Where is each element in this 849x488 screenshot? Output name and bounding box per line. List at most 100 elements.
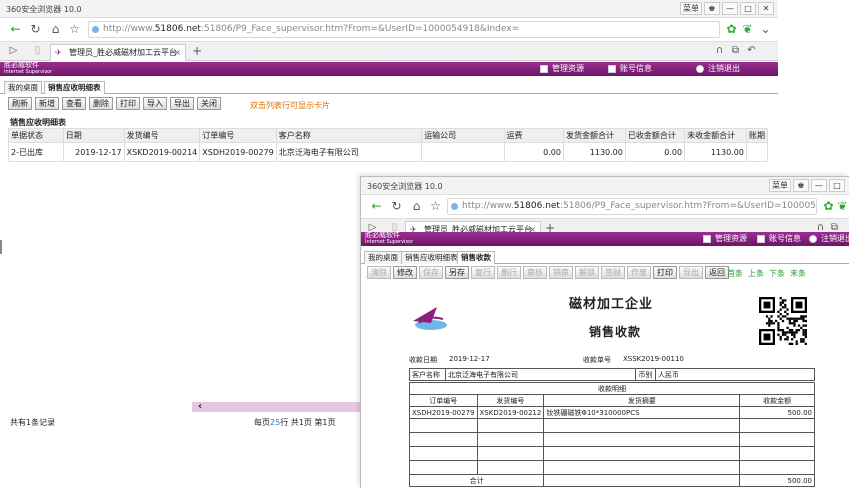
tab-desktop[interactable]: 我的桌面 (364, 251, 402, 264)
close-tab-icon[interactable]: × (174, 45, 181, 60)
logout-icon (809, 235, 817, 243)
print-button[interactable]: 打印 (116, 97, 140, 110)
maximize-button[interactable]: □ (829, 179, 845, 192)
browser-title: 360安全浏览器 10.0 (367, 182, 443, 191)
toolbar-button-0: 清除 (367, 266, 391, 279)
delete-button[interactable]: 删除 (89, 97, 113, 110)
skin-icon[interactable]: ♚ (793, 179, 809, 192)
column-header[interactable]: 已收金额合计 (624, 128, 686, 143)
url-field[interactable]: http://www.51806.net:51806/P9_Face_super… (88, 21, 720, 38)
record-count: 共有1条记录 (10, 418, 56, 427)
section-title: 销售应收明细表 (10, 118, 66, 127)
customer-value: 北京泛海电子有限公司 (445, 368, 636, 381)
headset-icon[interactable]: ∩ (712, 43, 727, 58)
refresh-icon[interactable]: ↻ (389, 199, 404, 214)
receivable-table: 单据状态 日期 发货编号 订单编号 客户名称 运输公司 运费 发货金额合计 已收… (8, 128, 769, 162)
column-header[interactable]: 发货金额合计 (562, 128, 626, 143)
app-brand: 胜必威软件 Internet Supervisor (365, 232, 413, 246)
column-header[interactable]: 订单编号 (199, 128, 277, 143)
logout-label: 注销退出 (708, 64, 740, 73)
close-window-button[interactable]: ✕ (758, 2, 774, 15)
back-icon[interactable]: ← (369, 199, 384, 214)
url-prefix: http://www. (103, 24, 155, 34)
receipt-date-value: 2019-12-17 (449, 355, 490, 363)
star-icon[interactable]: ☆ (67, 22, 82, 37)
skin-icon[interactable]: ♚ (704, 2, 720, 15)
scroll-left-icon[interactable]: ‹ (198, 401, 202, 412)
address-bar-row: ← ↻ ⌂ ☆ http://www.51806.net:51806/P9_Fa… (0, 18, 778, 42)
column-header[interactable]: 账期 (745, 128, 769, 143)
view-button[interactable]: 查看 (62, 97, 86, 110)
browser-tab[interactable]: ✈ 管理员_胜必威磁材加工云平台 × (50, 44, 186, 61)
tab-sales-receivable[interactable]: 销售应收明细表 (401, 251, 462, 264)
add-button[interactable]: 新增 (35, 97, 59, 110)
column-header[interactable]: 日期 (62, 128, 125, 143)
splitter-handle[interactable] (0, 240, 3, 254)
currency-label: 币别 (635, 368, 656, 381)
star-icon[interactable]: ☆ (428, 199, 443, 214)
chevron-down-icon[interactable]: ⌄ (758, 22, 773, 37)
column-header[interactable]: 单据状态 (8, 128, 64, 143)
last-record-link[interactable]: 末条 (790, 268, 806, 279)
toolbar-hint: 双击列表行可显示卡片 (250, 101, 330, 110)
manage-resources-link[interactable]: 管理资源 (540, 64, 584, 74)
account-info-link[interactable]: 账号信息 (608, 64, 652, 74)
logout-link[interactable]: 注销退出 (696, 64, 740, 74)
home-icon[interactable]: ⌂ (48, 22, 63, 37)
export-button[interactable]: 导出 (170, 97, 194, 110)
url-host: 51806.net (154, 24, 201, 34)
toolbar-button-1[interactable]: 修改 (393, 266, 417, 279)
tab-sales-receivable[interactable]: 销售应收明细表 (44, 81, 105, 94)
url-field[interactable]: http://www.51806.net:51806/P9_Face_super… (447, 198, 817, 215)
minimize-button[interactable]: — (722, 2, 738, 15)
sidebar-toggle-icon[interactable]: ▷ (6, 43, 21, 58)
window-icon[interactable]: ⧉ (728, 43, 743, 58)
page-icon[interactable]: ▯ (30, 43, 45, 58)
speed-icon[interactable]: ✿ (821, 199, 836, 214)
tab-sales-receipt[interactable]: 销售收款 (457, 251, 495, 264)
undo-icon[interactable]: ↶ (744, 43, 759, 58)
logout-link[interactable]: 注销退出 (809, 234, 849, 244)
total-label: 合计 (408, 474, 545, 487)
speed-icon[interactable]: ✿ (724, 22, 739, 37)
column-header[interactable]: 未收金额合计 (684, 128, 747, 143)
table-row[interactable]: 2-已出库 2019-12-17 XSKD2019-00214 XSDH2019… (8, 142, 769, 162)
new-tab-button[interactable]: + (192, 44, 202, 58)
maximize-button[interactable]: □ (740, 2, 756, 15)
refresh-button[interactable]: 刷新 (8, 97, 32, 110)
detail-header-row: 订单编号 发货编号 发货摘要 收款金额 (409, 394, 815, 407)
cell-term (745, 142, 769, 162)
tab-desktop[interactable]: 我的桌面 (4, 81, 42, 94)
column-header[interactable]: 发货编号 (123, 128, 201, 143)
manage-resources-link[interactable]: 管理资源 (703, 234, 747, 244)
toolbar-button-3[interactable]: 另存 (445, 266, 469, 279)
first-record-link[interactable]: 首条 (727, 268, 743, 279)
refresh-icon[interactable]: ↻ (28, 22, 43, 37)
column-header[interactable]: 客户名称 (275, 128, 423, 143)
account-icon (608, 65, 616, 73)
back-icon[interactable]: ← (8, 22, 23, 37)
toolbar-button-11[interactable]: 打印 (653, 266, 677, 279)
home-icon[interactable]: ⌂ (409, 199, 424, 214)
total-value: 500.00 (739, 474, 815, 487)
detail-delivery-no: XSKD2019-00212 (476, 406, 545, 419)
receipt-no-label: 收款单号 (583, 356, 611, 364)
close-button[interactable]: 关闭 (197, 97, 221, 110)
import-button[interactable]: 导入 (143, 97, 167, 110)
horizontal-scrollbar[interactable]: ‹ (192, 401, 360, 412)
prev-record-link[interactable]: 上条 (748, 268, 764, 279)
account-info-link[interactable]: 账号信息 (757, 234, 801, 244)
column-header[interactable]: 运输公司 (421, 128, 505, 143)
next-record-link[interactable]: 下条 (769, 268, 785, 279)
toolbar-button-13[interactable]: 返回 (705, 266, 729, 279)
menu-button[interactable]: 菜单 (680, 2, 702, 15)
minimize-button[interactable]: — (811, 179, 827, 192)
menu-button[interactable]: 菜单 (769, 179, 791, 192)
leaf-icon[interactable]: ❦ (835, 199, 849, 214)
app-header: 胜必威软件 Internet Supervisor 管理资源 账号信息 注销退出 (361, 232, 849, 246)
leaf-icon[interactable]: ❦ (740, 22, 755, 37)
pager-per-page-value[interactable]: 25 (270, 418, 280, 427)
table-row: XSDH2019-00279 XSKD2019-00212 钕铁硼磁铁Φ10*3… (409, 406, 815, 419)
toolbar-button-4: 复行 (471, 266, 495, 279)
column-header[interactable]: 运费 (503, 128, 564, 143)
